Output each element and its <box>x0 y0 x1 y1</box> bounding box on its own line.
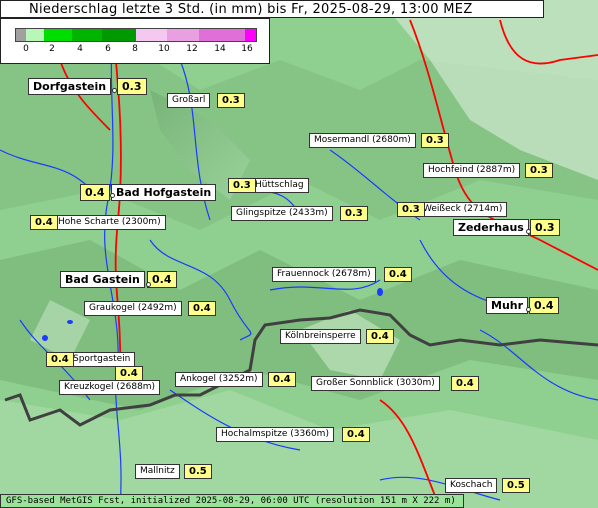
place-marker-dot <box>110 193 115 198</box>
legend-color-segment <box>167 29 199 41</box>
legend-tick-label: 6 <box>105 44 111 54</box>
place-name-label: Ankogel (3252m) <box>175 372 263 387</box>
precipitation-value-badge: 0.3 <box>217 93 245 108</box>
precipitation-value-badge: 0.3 <box>397 202 425 217</box>
precipitation-value-badge: 0.3 <box>340 206 368 221</box>
precipitation-value-badge: 0.4 <box>80 184 110 201</box>
legend-tick-label: 8 <box>132 44 138 54</box>
place-name-label: Muhr <box>486 297 529 314</box>
place-name-label: Großarl <box>167 93 211 108</box>
legend-color-segment <box>26 29 44 41</box>
legend-color-bar <box>15 28 257 42</box>
precipitation-legend: 0 2 4 6 8 10 12 14 16 <box>0 18 270 64</box>
place-name-label: Zederhaus <box>453 219 529 236</box>
precipitation-value-badge: 0.4 <box>188 301 216 316</box>
place-name-label: Dorfgastein <box>28 78 112 95</box>
model-info-footer: GFS-based MetGIS Fcst, initialized 2025-… <box>0 494 464 508</box>
legend-color-segment <box>16 29 26 41</box>
precipitation-value-badge: 0.3 <box>421 133 449 148</box>
place-marker-dot <box>526 229 531 234</box>
legend-color-segment <box>44 29 72 41</box>
precipitation-value-badge: 0.3 <box>117 78 147 95</box>
place-marker-dot <box>526 307 531 312</box>
place-name-label: Kölnbreinsperre <box>280 329 361 344</box>
precipitation-value-badge: 0.3 <box>228 178 256 193</box>
legend-color-segment <box>199 29 245 41</box>
legend-tick-label: 2 <box>49 44 55 54</box>
precipitation-value-badge: 0.4 <box>30 215 58 230</box>
precipitation-value-badge: 0.4 <box>342 427 370 442</box>
map-title: Niederschlag letzte 3 Std. (in mm) bis F… <box>0 0 544 18</box>
place-name-label: Bad Gastein <box>60 271 145 288</box>
place-marker-dot <box>112 88 117 93</box>
place-name-label: Hochfeind (2887m) <box>423 163 521 178</box>
place-name-label: Frauennock (2678m) <box>272 267 376 282</box>
place-name-label: Graukogel (2492m) <box>84 301 182 316</box>
precipitation-value-badge: 0.4 <box>366 329 394 344</box>
precipitation-value-badge: 0.5 <box>184 464 212 479</box>
precipitation-value-badge: 0.4 <box>268 372 296 387</box>
place-name-label: Mosermandl (2680m) <box>309 133 416 148</box>
place-name-label: Hüttschlag <box>250 178 309 193</box>
place-name-label: Weißeck (2714m) <box>418 202 508 217</box>
precipitation-value-badge: 0.5 <box>502 478 530 493</box>
legend-tick-label: 4 <box>77 44 83 54</box>
precipitation-value-badge: 0.4 <box>384 267 412 282</box>
place-marker-dot <box>146 282 151 287</box>
place-name-label: Sportgastein <box>68 352 136 367</box>
precipitation-value-badge: 0.4 <box>451 376 479 391</box>
legend-color-segment <box>245 29 256 41</box>
place-name-label: Hochalmspitze (3360m) <box>216 427 334 442</box>
legend-color-segment <box>136 29 167 41</box>
precipitation-value-badge: 0.4 <box>46 352 74 367</box>
legend-tick-label: 14 <box>214 44 226 54</box>
precipitation-value-badge: 0.4 <box>529 297 559 314</box>
place-name-label: Hohe Scharte (2300m) <box>53 215 166 230</box>
precipitation-value-badge: 0.4 <box>147 271 177 288</box>
place-name-label: Glingspitze (2433m) <box>231 206 333 221</box>
legend-color-segment <box>72 29 102 41</box>
legend-tick-label: 12 <box>186 44 198 54</box>
legend-tick-label: 0 <box>23 44 29 54</box>
legend-tick-label: 10 <box>158 44 170 54</box>
place-name-label: Kreuzkogel (2688m) <box>59 380 161 395</box>
place-name-label: Mallnitz <box>135 464 180 479</box>
legend-color-segment <box>102 29 136 41</box>
precipitation-value-badge: 0.4 <box>115 366 143 381</box>
place-name-label: Großer Sonnblick (3030m) <box>311 376 440 391</box>
precipitation-value-badge: 0.3 <box>525 163 553 178</box>
precipitation-value-badge: 0.3 <box>530 219 560 236</box>
legend-tick-label: 16 <box>241 44 253 54</box>
place-name-label: Koschach <box>445 478 498 493</box>
place-name-label: Bad Hofgastein <box>111 184 217 201</box>
